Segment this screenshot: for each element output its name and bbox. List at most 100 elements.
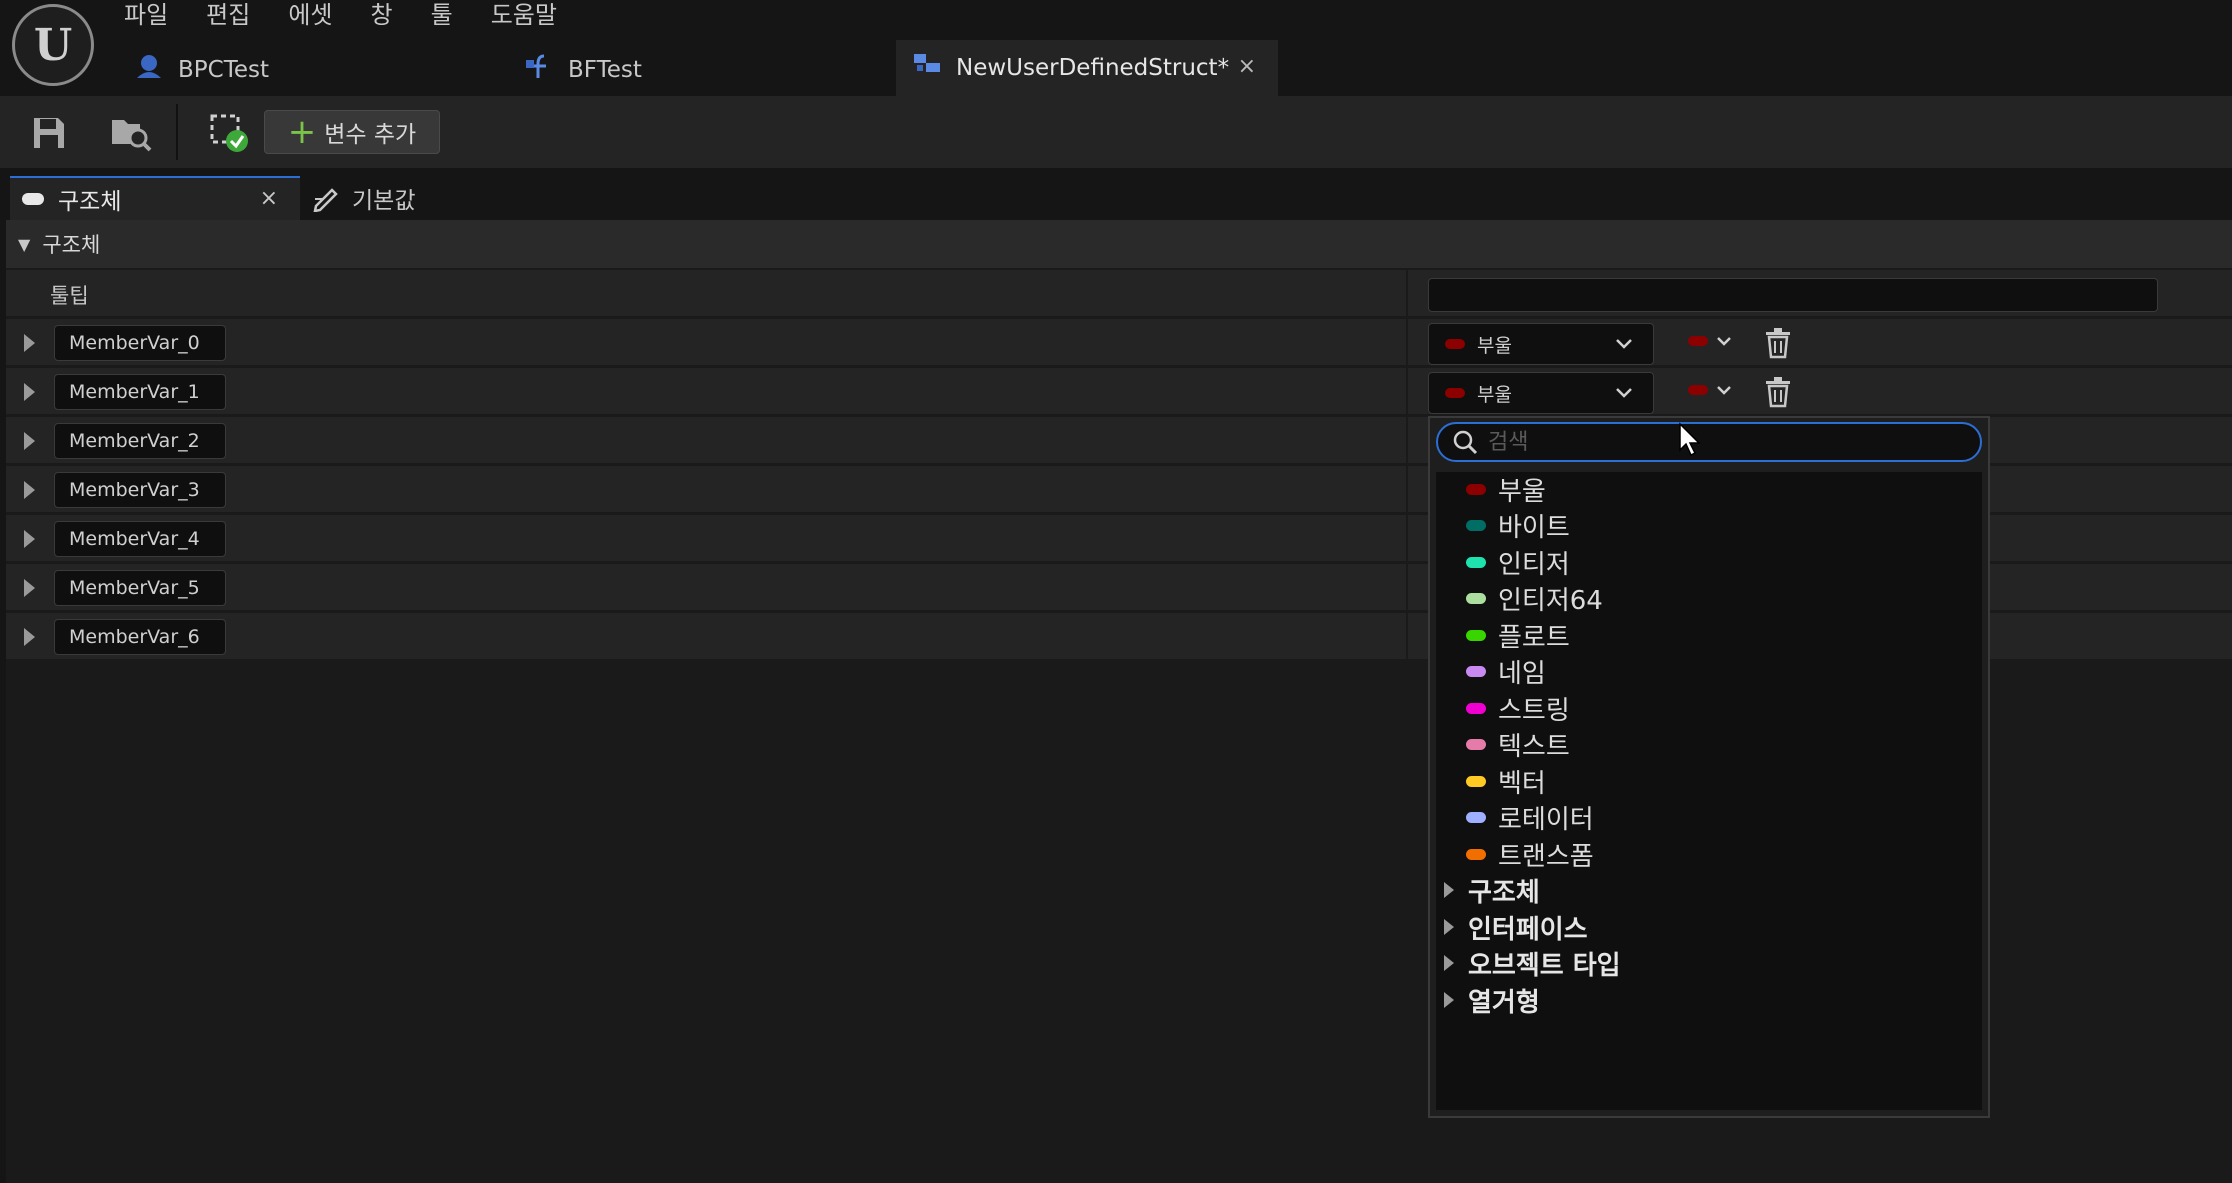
section-header-structure[interactable]: ▼ 구조체	[6, 220, 2232, 268]
type-category-object-types[interactable]: 오브젝트 타입	[1444, 946, 1621, 981]
bool-pin-icon	[1445, 388, 1465, 398]
expand-arrow-icon[interactable]	[24, 579, 35, 597]
menu-help[interactable]: 도움말	[491, 0, 557, 32]
close-tab-icon[interactable]: ×	[1238, 54, 1256, 79]
tab-label: NewUserDefinedStruct*	[956, 55, 1230, 81]
save-icon	[34, 118, 64, 148]
menu-file[interactable]: 파일	[124, 0, 168, 32]
expand-arrow-icon[interactable]	[24, 334, 35, 352]
text-pin-icon	[1466, 738, 1486, 750]
expand-arrow-icon[interactable]	[24, 481, 35, 499]
type-list: 부울 바이트 인티저 인티저64 플로트 네임 스트링 텍스트 벡터 로테이터 …	[1436, 472, 1982, 1110]
column-divider[interactable]	[1406, 613, 1408, 661]
type-option-text[interactable]: 텍스트	[1466, 727, 1570, 762]
chevron-down-icon	[1616, 388, 1632, 398]
struct-icon	[912, 51, 942, 85]
type-option-integer[interactable]: 인티저	[1466, 545, 1570, 580]
expand-arrow-icon[interactable]	[24, 432, 35, 450]
type-option-label: 로테이터	[1498, 804, 1594, 835]
add-variable-label: 변수 추가	[324, 122, 417, 148]
type-option-bool[interactable]: 부울	[1466, 472, 1546, 507]
column-divider[interactable]	[1406, 319, 1408, 367]
single-container-icon	[1688, 385, 1708, 395]
save-button[interactable]	[22, 106, 76, 160]
vector-pin-icon	[1466, 775, 1486, 787]
add-variable-button[interactable]: + 변수 추가	[264, 110, 440, 154]
browse-folder-icon	[112, 120, 152, 152]
container-type-combo[interactable]	[1688, 380, 1734, 400]
type-category-label: 구조체	[1468, 877, 1540, 908]
collapse-arrow-icon: ▼	[18, 234, 31, 254]
chevron-down-icon	[1717, 386, 1731, 395]
browse-button[interactable]	[104, 106, 158, 160]
member-name-field[interactable]: MemberVar_1	[54, 374, 226, 410]
column-divider[interactable]	[1406, 417, 1408, 465]
single-container-icon	[1688, 336, 1708, 346]
expand-arrow-icon[interactable]	[24, 530, 35, 548]
member-name-field[interactable]: MemberVar_6	[54, 619, 226, 655]
member-name-field[interactable]: MemberVar_0	[54, 325, 226, 361]
type-option-label: 트랜스폼	[1498, 841, 1594, 872]
column-divider[interactable]	[1406, 564, 1408, 612]
tooltip-input[interactable]	[1428, 278, 2158, 312]
tab-bftest[interactable]: BFTest	[524, 44, 642, 96]
tab-bpctest[interactable]: BPCTest	[134, 44, 269, 96]
column-divider[interactable]	[1406, 270, 1408, 318]
compile-button[interactable]	[202, 106, 256, 160]
member-name-field[interactable]: MemberVar_3	[54, 472, 226, 508]
member-row-1: MemberVar_1 부울	[6, 368, 2232, 416]
delete-trash-icon[interactable]	[1764, 327, 1792, 359]
type-category-label: 열거형	[1468, 987, 1540, 1018]
chevron-down-icon	[1616, 339, 1632, 349]
column-divider[interactable]	[1406, 515, 1408, 563]
tab-label: BFTest	[568, 57, 642, 83]
blueprint-component-icon	[134, 52, 164, 88]
section-title: 구조체	[42, 233, 101, 257]
rotator-pin-icon	[1466, 811, 1486, 823]
type-category-structure[interactable]: 구조체	[1444, 873, 1540, 908]
menu-edit[interactable]: 편집	[206, 0, 250, 32]
member-name-field[interactable]: MemberVar_5	[54, 570, 226, 606]
member-name-field[interactable]: MemberVar_4	[54, 521, 226, 557]
byte-pin-icon	[1466, 519, 1486, 531]
compile-check-icon	[210, 114, 248, 152]
close-tab-icon[interactable]: ×	[260, 186, 278, 211]
type-option-integer64[interactable]: 인티저64	[1466, 581, 1603, 616]
bool-pin-icon	[1445, 339, 1465, 349]
type-option-name[interactable]: 네임	[1466, 654, 1546, 689]
delete-trash-icon[interactable]	[1764, 376, 1792, 408]
column-divider[interactable]	[1406, 368, 1408, 416]
expand-arrow-icon[interactable]	[24, 383, 35, 401]
type-option-byte[interactable]: 바이트	[1466, 508, 1570, 543]
type-search-input[interactable]	[1488, 429, 1928, 455]
type-category-interface[interactable]: 인터페이스	[1444, 910, 1588, 945]
toolbar-separator	[176, 104, 178, 160]
tab-label: BPCTest	[178, 57, 270, 83]
menu-tools[interactable]: 툴	[431, 0, 453, 32]
container-type-combo[interactable]	[1688, 331, 1734, 351]
menu-asset[interactable]: 에셋	[288, 0, 332, 32]
member-type-label: 부울	[1477, 334, 1512, 357]
tab-newuserdefinedstruct[interactable]: NewUserDefinedStruct* ×	[896, 40, 1278, 96]
type-option-float[interactable]: 플로트	[1466, 618, 1570, 653]
member-name-field[interactable]: MemberVar_2	[54, 423, 226, 459]
tab-structure[interactable]: 구조체 ×	[10, 176, 300, 220]
panel-tab-strip: 구조체 × 기본값	[0, 168, 2232, 220]
type-option-string[interactable]: 스트링	[1466, 691, 1570, 726]
type-search-box[interactable]	[1436, 422, 1982, 462]
type-option-label: 인티저	[1498, 549, 1570, 580]
menu-window[interactable]: 창	[371, 0, 393, 32]
integer64-pin-icon	[1466, 592, 1486, 604]
edit-pencil-icon	[313, 188, 338, 212]
unreal-logo[interactable]: U	[12, 4, 94, 86]
type-option-rotator[interactable]: 로테이터	[1466, 800, 1594, 835]
member-type-combo[interactable]: 부울	[1428, 372, 1654, 414]
name-pin-icon	[1466, 665, 1486, 677]
type-option-vector[interactable]: 벡터	[1466, 764, 1546, 799]
tab-default-values[interactable]: 기본값	[312, 178, 415, 218]
expand-arrow-icon[interactable]	[24, 628, 35, 646]
type-category-enum[interactable]: 열거형	[1444, 983, 1540, 1018]
member-type-combo[interactable]: 부울	[1428, 323, 1654, 365]
column-divider[interactable]	[1406, 466, 1408, 514]
type-option-transform[interactable]: 트랜스폼	[1466, 837, 1594, 872]
